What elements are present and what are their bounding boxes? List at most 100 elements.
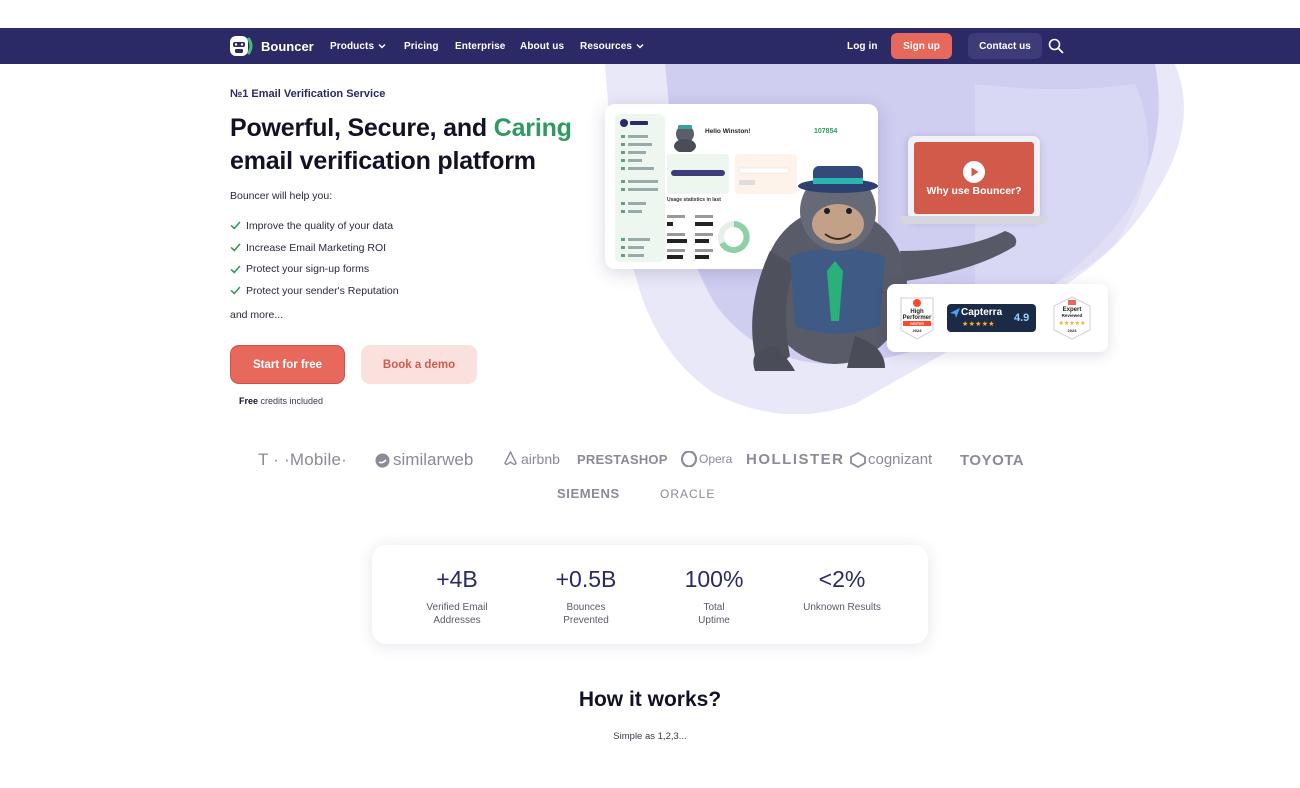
- hero-intro: Bouncer will help you:: [230, 190, 333, 202]
- top-navbar: Bouncer Products Pricing Enterprise Abou…: [0, 28, 1300, 64]
- login-label: Log in: [847, 40, 878, 52]
- capterra-rating-badge: Capterra ★★★★★ 4.9: [947, 304, 1036, 332]
- dashboard-usage-title: Usage statistics in last: [667, 197, 721, 203]
- logo-toyota: TOYOTA: [960, 452, 1025, 469]
- nav-about[interactable]: About us: [520, 28, 564, 64]
- page: Bouncer Products Pricing Enterprise Abou…: [0, 0, 1300, 788]
- chevron-down-icon: [378, 44, 386, 49]
- capterra-score: 4.9: [1014, 312, 1030, 324]
- stat-label: Bounces Prevented: [563, 602, 609, 626]
- gorilla-avatar-icon: [674, 125, 696, 152]
- stat-value: <2%: [818, 566, 866, 592]
- nav-pricing-label: Pricing: [404, 40, 439, 52]
- nav-products-label: Products: [330, 40, 375, 52]
- search-icon[interactable]: [1048, 38, 1064, 54]
- logo-siemens: SIEMENS: [557, 486, 620, 501]
- logo-cognizant-text: cognizant: [868, 451, 933, 468]
- free-credits-bold: Free: [239, 396, 259, 406]
- nav-about-label: About us: [520, 40, 565, 52]
- cognizant-mark-icon: [850, 451, 866, 468]
- g2-season: WINTER: [910, 322, 924, 326]
- hero-eyebrow: №1 Email Verification Service: [230, 88, 386, 100]
- nav-pricing[interactable]: Pricing: [404, 28, 439, 64]
- stat-verified: +4B Verified Email Addresses: [402, 565, 512, 627]
- expert-reviewed-badge: Expert Reviewed ★★★★★ 2024: [1053, 296, 1091, 340]
- how-it-works-subtitle: Simple as 1,2,3...: [613, 731, 687, 742]
- stat-value: +4B: [436, 566, 478, 592]
- benefit-text: Improve the quality of your data: [246, 219, 394, 232]
- g2-year: 2024: [913, 328, 923, 333]
- login-link[interactable]: Log in: [847, 28, 878, 64]
- dashboard-credits: 107854: [814, 128, 838, 135]
- benefits-list: Improve the quality of your data Increas…: [230, 215, 399, 302]
- dashboard-greeting: Hello Winston!: [705, 128, 751, 135]
- and-more-text: and more...: [230, 309, 284, 321]
- benefit-item: Increase Email Marketing ROI: [230, 237, 399, 259]
- capterra-stars: ★★★★★: [962, 321, 995, 328]
- expert-year: 2024: [1068, 328, 1078, 333]
- signup-button[interactable]: Sign up: [891, 33, 952, 59]
- nav-resources-label: Resources: [580, 40, 633, 52]
- hero-title-part1: Powerful, Secure, and: [230, 114, 494, 142]
- similarweb-mark-icon: [375, 453, 390, 467]
- free-credits-rest: credits included: [258, 396, 324, 406]
- check-icon: [230, 222, 241, 231]
- chevron-down-icon: [636, 44, 644, 49]
- benefit-text: Protect your sign-up forms: [246, 263, 370, 276]
- benefit-item: Improve the quality of your data: [230, 215, 399, 237]
- book-demo-button[interactable]: Book a demo: [361, 345, 477, 384]
- nav-resources[interactable]: Resources: [580, 28, 644, 64]
- stats-card: +4B Verified Email Addresses +0.5B Bounc…: [372, 545, 928, 644]
- nav-enterprise-label: Enterprise: [455, 40, 506, 52]
- hero-title-accent: Caring: [493, 114, 572, 142]
- contact-button[interactable]: Contact us: [968, 33, 1042, 59]
- nav-enterprise[interactable]: Enterprise: [455, 28, 505, 64]
- benefit-text: Protect your sender's Reputation: [246, 284, 399, 297]
- logo-similarweb-text: similarweb: [393, 450, 474, 469]
- hero-title-part2: email verification platform: [230, 147, 536, 175]
- stat-uptime: 100% Total Uptime: [659, 565, 769, 627]
- expert-stars: ★★★★★: [1059, 320, 1086, 327]
- logo-airbnb: airbnb: [503, 451, 560, 467]
- video-cta-label[interactable]: Why use Bouncer?: [914, 185, 1034, 197]
- stat-label: Total Uptime: [698, 602, 730, 626]
- logo-tmobile: T · ·Mobile·: [258, 450, 347, 469]
- logo-opera-text: Opera: [699, 452, 733, 466]
- stat-label: Unknown Results: [803, 602, 881, 613]
- check-icon: [230, 265, 241, 274]
- stat-bounces: +0.5B Bounces Prevented: [531, 565, 641, 627]
- logo-hollister: HOLLISTER: [746, 451, 845, 468]
- hero-title: Powerful, Secure, and Caring email verif…: [230, 112, 620, 178]
- capterra-arrow-icon: [950, 308, 960, 318]
- opera-mark-icon: [681, 451, 697, 467]
- dashboard-sidebar-menu: [620, 119, 658, 257]
- play-icon[interactable]: [962, 160, 986, 184]
- benefit-item: Protect your sign-up forms: [230, 258, 399, 280]
- expert-line2: Reviewed: [1062, 313, 1083, 318]
- start-for-free-button[interactable]: Start for free: [230, 345, 345, 384]
- benefit-item: Protect your sender's Reputation: [230, 280, 399, 302]
- nav-products[interactable]: Products: [330, 28, 386, 64]
- free-credits-note: Free credits included: [239, 396, 323, 406]
- brand-name: Bouncer: [261, 38, 314, 54]
- logo-airbnb-text: airbnb: [521, 451, 560, 467]
- stat-label: Verified Email Addresses: [426, 602, 488, 626]
- stat-value: 100%: [684, 566, 744, 592]
- stat-unknown: <2% Unknown Results: [787, 565, 897, 614]
- how-it-works-title: How it works?: [578, 688, 722, 711]
- capterra-name: Capterra: [961, 307, 1003, 318]
- logo-similarweb: similarweb: [375, 450, 473, 470]
- stat-value: +0.5B: [555, 566, 617, 592]
- logo-cognizant: cognizant: [850, 451, 932, 468]
- logo-opera: Opera: [681, 451, 732, 467]
- laptop-base: [900, 216, 1048, 224]
- brand-logo-link[interactable]: Bouncer: [229, 34, 314, 58]
- g2-line2: Performer: [903, 315, 932, 321]
- gorilla-logo-icon: [230, 36, 253, 56]
- g2-high-performer-badge: High Performer WINTER 2024: [900, 297, 934, 340]
- check-icon: [230, 287, 241, 296]
- airbnb-mark-icon: [504, 451, 517, 465]
- benefit-text: Increase Email Marketing ROI: [246, 241, 387, 254]
- check-icon: [230, 243, 241, 252]
- logo-oracle: ORACLE: [660, 487, 716, 501]
